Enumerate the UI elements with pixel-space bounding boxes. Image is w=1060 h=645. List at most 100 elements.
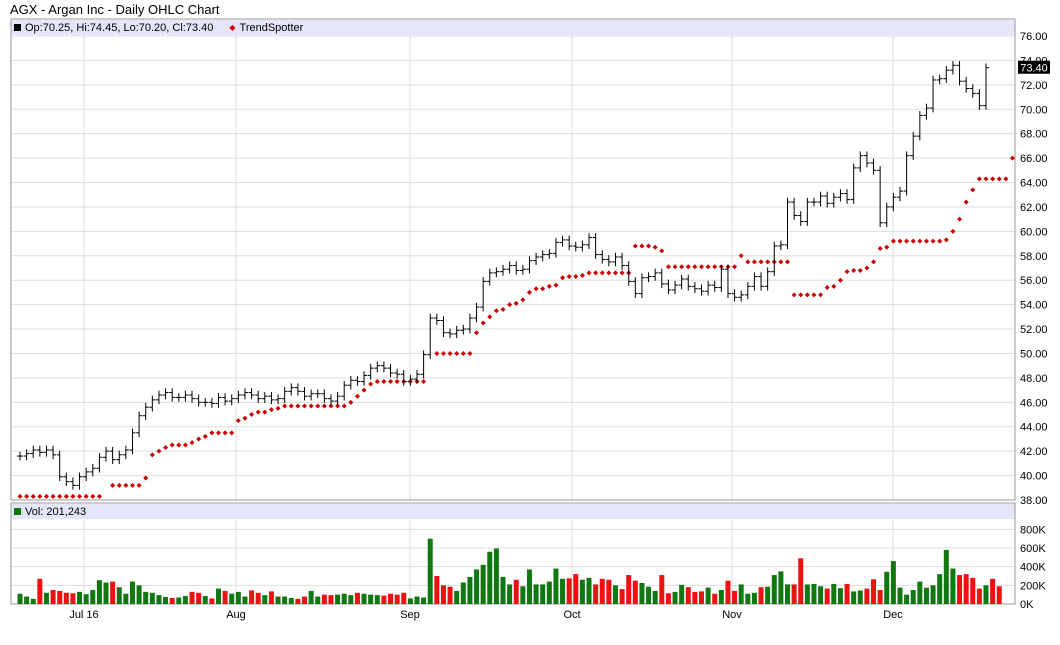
- volume-bar: [282, 596, 288, 604]
- ohlc-bar: [275, 394, 282, 405]
- ohlc-bar: [281, 387, 288, 403]
- x-tick-label: Aug: [226, 609, 246, 621]
- trendspotter-point: [328, 403, 334, 409]
- volume-bar: [103, 582, 109, 604]
- ohlc-bar: [738, 290, 745, 302]
- volume-bar: [288, 597, 294, 604]
- ohlc-bar: [665, 279, 672, 295]
- trendspotter-point: [864, 265, 870, 271]
- ohlc-bar: [797, 211, 804, 226]
- volume-bar: [632, 580, 638, 604]
- trendspotter-point: [745, 259, 751, 265]
- volume-bar: [877, 590, 883, 604]
- ohlc-bar: [387, 363, 394, 378]
- ohlc-bar: [347, 376, 354, 390]
- ohlc-bar: [294, 383, 301, 396]
- trendspotter-point: [520, 297, 526, 303]
- trendspotter-point: [447, 350, 453, 356]
- volume-bar: [745, 593, 751, 604]
- volume-bar: [897, 587, 903, 604]
- ohlc-bar: [903, 151, 910, 196]
- volume-tick-label: 400K: [1020, 562, 1046, 574]
- trendspotter-point: [282, 403, 288, 409]
- ohlc-bar: [453, 326, 460, 339]
- trendspotter-point: [679, 264, 685, 270]
- ohlc-bar: [314, 389, 321, 399]
- ohlc-bar: [645, 272, 652, 283]
- volume-bar: [884, 571, 890, 604]
- trendspotter-point: [725, 264, 731, 270]
- volume-bar: [242, 596, 248, 604]
- volume-bar: [149, 592, 155, 604]
- volume-bar: [976, 588, 982, 604]
- volume-bar: [474, 569, 480, 604]
- y-tick-label: 50.00: [1020, 348, 1048, 360]
- volume-bar: [143, 591, 149, 604]
- ohlc-bar: [255, 390, 262, 403]
- ohlc-bar: [96, 452, 103, 473]
- volume-bar: [354, 592, 360, 604]
- trendspotter-point: [182, 442, 188, 448]
- ohlc-bar: [413, 369, 420, 384]
- trendspotter-point: [818, 292, 824, 298]
- trendspotter-point: [235, 418, 241, 424]
- trendspotter-point: [751, 259, 757, 265]
- volume-bar: [255, 592, 261, 604]
- ohlc-bar: [850, 163, 857, 204]
- trendspotter-point: [176, 442, 182, 448]
- volume-bar: [963, 574, 969, 604]
- ohlc-bar: [724, 264, 731, 298]
- ohlc-bar: [758, 272, 765, 291]
- price-panel-frame: [10, 18, 1016, 501]
- ohlc-bar: [407, 374, 414, 386]
- ohlc-bar: [784, 197, 791, 250]
- volume-bar: [50, 590, 56, 604]
- volume-bar: [348, 595, 354, 604]
- ohlc-bar: [718, 264, 725, 292]
- trendspotter-point: [652, 244, 658, 250]
- trendspotter-point: [163, 444, 169, 450]
- trendspotter-point: [606, 270, 612, 276]
- y-tick-label: 42.00: [1020, 446, 1048, 458]
- volume-bar: [156, 595, 162, 604]
- ohlc-bar: [36, 445, 43, 457]
- volume-bar: [904, 594, 910, 604]
- volume-bar: [374, 595, 380, 604]
- trendspotter-point: [96, 493, 102, 499]
- trendspotter-point: [785, 259, 791, 265]
- trendspotter-point: [970, 187, 976, 193]
- ohlc-bar: [863, 151, 870, 168]
- y-tick-label: 64.00: [1020, 178, 1048, 190]
- ohlc-bar: [354, 376, 361, 386]
- volume-bar: [751, 592, 757, 604]
- trendspotter-diamond-icon: ◆: [229, 23, 236, 32]
- trendspotter-point: [546, 283, 552, 289]
- trendspotter-point: [308, 403, 314, 409]
- ohlc-bar: [195, 394, 202, 407]
- y-tick-label: 66.00: [1020, 153, 1048, 165]
- trendspotter-point: [837, 277, 843, 283]
- trendspotter-point: [189, 440, 195, 446]
- ohlc-bar: [579, 240, 586, 252]
- trendspotter-point: [143, 475, 149, 481]
- ohlc-bar: [466, 313, 473, 334]
- y-tick-label: 68.00: [1020, 129, 1048, 141]
- ohlc-bar: [241, 388, 248, 400]
- trendspotter-point: [83, 493, 89, 499]
- volume-bar: [771, 575, 777, 604]
- ohlc-bar: [235, 390, 242, 403]
- volume-bar: [196, 592, 202, 604]
- trendspotter-point: [50, 493, 56, 499]
- trendspotter-point: [354, 393, 360, 399]
- trendspotter-point: [288, 403, 294, 409]
- trendspotter-point: [831, 283, 837, 289]
- volume-bar: [136, 585, 142, 604]
- ohlc-series: [17, 61, 989, 490]
- ohlc-bar: [956, 61, 963, 86]
- volume-bar: [295, 598, 301, 604]
- volume-bar: [579, 579, 585, 604]
- volume-bar: [672, 591, 678, 604]
- ohlc-bar: [493, 267, 500, 278]
- trendspotter-point: [321, 403, 327, 409]
- ohlc-bar: [327, 394, 334, 406]
